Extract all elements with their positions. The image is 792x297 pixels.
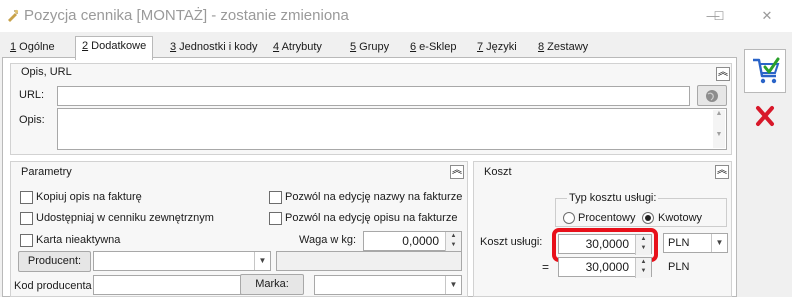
app-icon: [8, 9, 19, 22]
opis-url-group: Opis, URL ︽ URL: Opis: ▲ ▼: [10, 63, 732, 155]
koszt-group: Koszt ︽ Typ kosztu usługi: Procentowy Kw…: [473, 161, 732, 297]
karta-nieaktywna-label: Karta nieaktywna: [36, 234, 121, 246]
koszt-uslugi-value: 30,0000: [585, 237, 629, 251]
karta-nieaktywna-checkbox[interactable]: [20, 234, 33, 247]
koszt-uslugi-spinner[interactable]: ▲ ▼: [635, 235, 651, 255]
spin-down-icon: ▼: [640, 245, 647, 251]
tab-ogolne[interactable]: 1 Ogólne: [4, 38, 61, 58]
kod-producenta-input[interactable]: [93, 275, 243, 295]
chevron-down-icon: ▼: [711, 234, 727, 252]
waga-spinner[interactable]: ▲ ▼: [445, 232, 461, 252]
producent-button[interactable]: Producent:: [18, 251, 91, 272]
title-bar: Pozycja cennika [MONTAŻ] - zostanie zmie…: [0, 0, 792, 32]
spin-down-icon: ▼: [450, 242, 457, 248]
double-chevron-up-icon: ︽: [452, 165, 462, 176]
spin-down-icon: ▼: [640, 268, 647, 274]
close-window-button[interactable]: ✕: [744, 0, 790, 32]
kwotowy-radio[interactable]: [642, 212, 654, 224]
koszt-uslugi-label: Koszt usługi:: [480, 236, 543, 248]
double-chevron-up-icon: ︽: [718, 67, 728, 78]
kopiuj-opis-label: Kopiuj opis na fakturę: [36, 191, 142, 203]
equals-sign: =: [542, 260, 550, 274]
window-title: Pozycja cennika [MONTAŻ] - zostanie zmie…: [24, 7, 349, 24]
marka-button[interactable]: Marka:: [240, 274, 304, 295]
opis-url-title: Opis, URL: [21, 66, 72, 78]
pozwol-nazwa-label: Pozwól na edycję nazwy na fakturze: [285, 191, 463, 203]
tab-e-sklep[interactable]: 6 e-Sklep: [404, 38, 462, 58]
url-label: URL:: [19, 89, 45, 101]
collapse-opis-button[interactable]: ︽: [716, 67, 730, 81]
udostepniaj-checkbox[interactable]: [20, 212, 33, 225]
collapse-parametry-button[interactable]: ︽: [450, 165, 464, 179]
producent-name-field: [276, 251, 462, 271]
tab-jednostki-i-kody[interactable]: 3 Jednostki i kody: [164, 38, 263, 58]
opis-scrollbar[interactable]: ▲ ▼: [713, 110, 725, 148]
koszt-uslugi-input[interactable]: 30,0000 ▲ ▼: [558, 234, 652, 255]
double-chevron-up-icon: ︽: [717, 165, 727, 176]
pozwol-opis-label: Pozwól na edycję opisu na fakturze: [285, 212, 458, 224]
currency-select[interactable]: PLN ▼: [663, 233, 728, 253]
koszt-pln-value: 30,0000: [585, 260, 629, 274]
koszt-pln-input[interactable]: 30,0000 ▲ ▼: [558, 257, 652, 278]
koszt-pln-spinner[interactable]: ▲ ▼: [635, 258, 651, 278]
cancel-x-icon: [756, 106, 774, 126]
chevron-down-icon: ▼: [445, 276, 461, 294]
tab-jezyki[interactable]: 7 Języki: [471, 38, 523, 58]
currency-value: PLN: [668, 237, 690, 249]
producent-select[interactable]: ▼: [93, 251, 271, 271]
spin-up-icon: ▲: [640, 259, 647, 265]
globe-icon: [706, 90, 718, 102]
parametry-title: Parametry: [21, 166, 72, 178]
kopiuj-opis-checkbox[interactable]: [20, 191, 33, 204]
koszt-title: Koszt: [484, 166, 512, 178]
typ-kosztu-label: Typ kosztu usługi:: [567, 192, 659, 204]
tab-grupy[interactable]: 5 Grupy: [344, 38, 395, 58]
tab-atrybuty[interactable]: 4 Atrybuty: [267, 38, 328, 58]
currency2-label: PLN: [668, 261, 690, 273]
opis-label: Opis:: [19, 114, 45, 126]
chevron-down-icon: ▼: [254, 252, 270, 270]
waga-value: 0,0000: [402, 234, 439, 248]
spin-up-icon: ▲: [640, 236, 647, 242]
collapse-koszt-button[interactable]: ︽: [715, 165, 729, 179]
procentowy-label: Procentowy: [578, 212, 636, 224]
udostepniaj-label: Udostępniaj w cenniku zewnętrznym: [36, 212, 214, 224]
procentowy-radio[interactable]: [563, 212, 575, 224]
marka-select[interactable]: ▼: [314, 275, 462, 295]
pozwol-nazwa-checkbox[interactable]: [269, 191, 282, 204]
url-input[interactable]: [57, 86, 690, 106]
cancel-button[interactable]: [744, 95, 786, 139]
maximize-icon: ☐: [713, 9, 725, 23]
maximize-button[interactable]: ☐: [696, 0, 742, 32]
spin-up-icon: ▲: [450, 233, 457, 239]
tab-zestawy[interactable]: 8 Zestawy: [532, 38, 594, 58]
opis-textarea[interactable]: [57, 108, 727, 150]
parametry-group: Parametry ︽ Kopiuj opis na fakturę Pozwó…: [10, 161, 468, 297]
kwotowy-label: Kwotowy: [658, 212, 703, 224]
save-checkmark-icon: [753, 57, 780, 84]
save-button[interactable]: [744, 49, 786, 93]
waga-input[interactable]: 0,0000 ▲ ▼: [363, 231, 462, 252]
open-url-button[interactable]: [697, 85, 727, 106]
pozwol-opis-checkbox[interactable]: [269, 212, 282, 225]
tab-dodatkowe[interactable]: 2 Dodatkowe: [75, 36, 154, 60]
waga-label: Waga w kg:: [299, 234, 357, 246]
kod-producenta-label: Kod producenta: [14, 280, 92, 292]
